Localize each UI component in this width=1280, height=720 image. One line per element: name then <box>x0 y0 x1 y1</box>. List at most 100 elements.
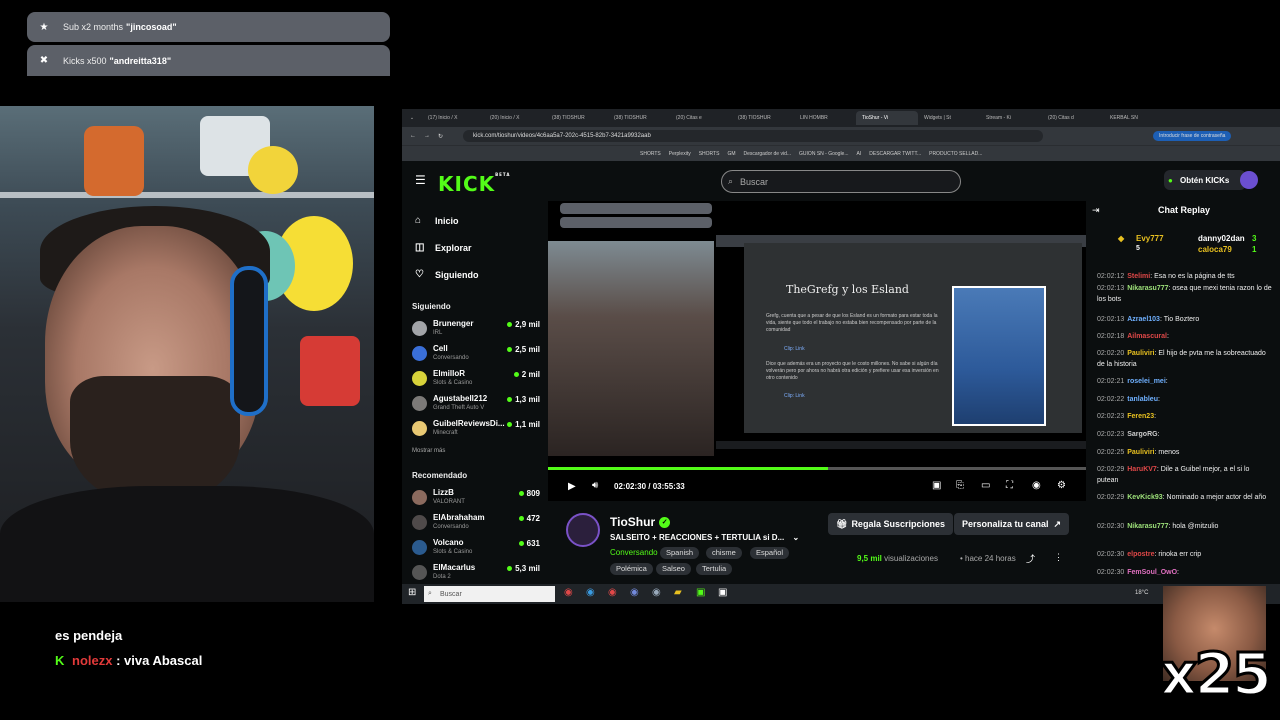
app-icon[interactable]: ▣ <box>696 587 705 598</box>
play-icon[interactable]: ▶ <box>568 481 576 492</box>
leader-name[interactable]: caloca79 <box>1198 245 1232 254</box>
bookmark[interactable]: GUION SN - Google... <box>799 151 848 157</box>
menu-icon[interactable]: ☰ <box>415 173 426 187</box>
followed-channel[interactable]: Agustabell212 Grand Theft Auto V 1,3 mil <box>412 393 540 417</box>
browser-tab[interactable]: (20) Inicio / X <box>484 111 546 125</box>
recommended-channel[interactable]: ElMacarlus Dota 2 5,3 mil <box>412 562 540 586</box>
discord-icon[interactable]: ◉ <box>630 587 639 598</box>
back-icon[interactable]: ← <box>410 133 416 139</box>
leader-name[interactable]: danny02dan <box>1198 234 1245 243</box>
browser-tab[interactable]: (38) TIOSHUR <box>608 111 670 125</box>
nav-inicio[interactable]: ⌂ Inicio <box>415 215 459 226</box>
chat-username[interactable]: tanlableu <box>1127 396 1158 403</box>
progress-bar[interactable] <box>548 467 1086 470</box>
gift-subs-button[interactable]: 🎁︎ Regala Suscripciones <box>828 513 953 535</box>
settings-icon[interactable]: ⚙ <box>1057 480 1066 491</box>
browser-tab[interactable]: (38) TIOSHUR <box>546 111 608 125</box>
recommended-channel[interactable]: Volcano Slots & Casino 631 <box>412 537 540 561</box>
chat-username[interactable]: SargoRG <box>1127 431 1157 438</box>
kick-logo[interactable]: KICKBETA <box>438 172 510 196</box>
volume-icon[interactable]: 🔊︎ <box>592 480 598 491</box>
channel-avatar[interactable] <box>566 513 600 547</box>
show-more-link[interactable]: Mostrar más <box>412 448 445 454</box>
fullscreen-icon[interactable]: ⛶ <box>1006 480 1013 491</box>
bookmark[interactable]: PRODUCTO SELLAD... <box>929 151 982 157</box>
sub-notification: ★ Sub x2 months "jincosoad" <box>27 12 390 42</box>
clip-icon[interactable]: ⎘ <box>956 480 964 491</box>
edge-icon[interactable]: ◉ <box>586 587 595 598</box>
tab-list-icon[interactable]: ⌄ <box>402 115 422 121</box>
chat-username[interactable]: Ailmascural <box>1127 333 1167 340</box>
customize-channel-button[interactable]: Personaliza tu canal ↗ <box>954 513 1070 535</box>
url-field[interactable]: kick.com/tioshur/videos/4c6aa5a7-202c-45… <box>463 130 1044 142</box>
nav-explorar[interactable]: ◫ Explorar <box>415 242 472 253</box>
more-options-icon[interactable]: ⋮ <box>1054 552 1063 563</box>
theater-icon[interactable]: ▭ <box>981 480 990 491</box>
windows-start-icon[interactable]: ⊞ <box>408 587 416 598</box>
chat-username[interactable]: KevKick93 <box>1127 494 1162 501</box>
followed-channel[interactable]: Brunenger IRL 2,9 mil <box>412 318 540 342</box>
chevron-down-icon[interactable]: ⌄ <box>792 533 799 542</box>
browser-tab[interactable]: LIN HOMBR <box>794 111 856 125</box>
tag[interactable]: Español <box>750 547 790 559</box>
recommended-channel[interactable]: ElAbrahaham Conversando 472 <box>412 512 540 536</box>
leader-name[interactable]: Evy777 <box>1136 234 1164 243</box>
chat-username[interactable]: elpostre <box>1127 551 1154 558</box>
steam-icon[interactable]: ◉ <box>652 587 661 598</box>
chat-username[interactable]: Azrael103 <box>1127 316 1160 323</box>
password-button[interactable]: Introducir frase de contraseña <box>1153 131 1232 141</box>
browser-tab[interactable]: Stream - Ki <box>980 111 1042 125</box>
chat-username[interactable]: roselei_mei <box>1127 378 1166 385</box>
taskbar-search[interactable]: ⌕ Buscar <box>424 586 555 602</box>
tag[interactable]: Tertulia <box>696 563 733 575</box>
chat-username[interactable]: Pauliviri <box>1127 350 1154 357</box>
browser-tab[interactable]: (20) Citas e <box>670 111 732 125</box>
browser-tab[interactable]: Widgets | St <box>918 111 980 125</box>
time-display: 02:02:30 / 03:55:33 <box>614 482 685 491</box>
tag[interactable]: chisme <box>706 547 742 559</box>
browser-tab-active[interactable]: TioShur - Vi <box>856 111 918 125</box>
notion-icon[interactable]: ▣ <box>718 587 727 598</box>
chat-timestamp: 02:02:23 <box>1097 431 1125 438</box>
chat-username[interactable]: HaruKV7 <box>1127 466 1157 473</box>
chat-username[interactable]: Pauliviri <box>1127 449 1154 456</box>
stream-category[interactable]: Conversando <box>610 548 658 557</box>
chat-username[interactable]: Feren23 <box>1127 413 1154 420</box>
browser-tab[interactable]: KERBAL SN <box>1104 111 1154 125</box>
get-kicks-button[interactable]: ● Obtén KICKs <box>1164 170 1246 190</box>
chrome-icon[interactable]: ◉ <box>608 587 617 598</box>
chat-username[interactable]: Nikarasu777 <box>1127 523 1168 530</box>
tag[interactable]: Spanish <box>660 547 700 559</box>
forward-icon[interactable]: → <box>424 133 430 139</box>
tag[interactable]: Polémica <box>610 563 653 575</box>
nav-siguiendo[interactable]: ♡ Siguiendo <box>415 269 479 280</box>
browser-tab[interactable]: (38) TIOSHUR <box>732 111 794 125</box>
bookmark[interactable]: Descargador de vid... <box>744 151 792 157</box>
bookmark[interactable]: AI <box>857 151 862 157</box>
bookmark[interactable]: SHORTS <box>699 151 720 157</box>
reload-icon[interactable]: ↻ <box>438 133 443 140</box>
bookmark[interactable]: SHORTS <box>640 151 661 157</box>
followed-channel[interactable]: GuibelReviewsDi... Minecraft 1,1 mil <box>412 418 540 442</box>
recommended-channel[interactable]: LizzB VALORANT 809 <box>412 487 540 511</box>
speed-icon[interactable]: ◉ <box>1032 480 1041 491</box>
followed-channel[interactable]: Cell Conversando 2,5 mil <box>412 343 540 367</box>
chat-username[interactable]: Stelimi <box>1127 273 1150 280</box>
chat-username[interactable]: Nikarasu777 <box>1127 285 1168 292</box>
bookmark[interactable]: GM <box>727 151 735 157</box>
browser-tab[interactable]: (20) Citas d <box>1042 111 1104 125</box>
video-player[interactable]: TheGrefg y los Esland Grefg, cuenta que … <box>548 201 1086 501</box>
tag[interactable]: Salseo <box>656 563 691 575</box>
user-avatar[interactable] <box>1240 171 1258 189</box>
followed-channel[interactable]: ElmilloR Slots & Casino 2 mil <box>412 368 540 392</box>
chrome-icon[interactable]: ◉ <box>564 587 573 598</box>
search-input[interactable]: ⌕ Buscar <box>721 170 961 193</box>
browser-tab[interactable]: (17) Inicio / X <box>422 111 484 125</box>
chat-username[interactable]: FemSoul_OwO <box>1127 569 1177 576</box>
bookmark[interactable]: DESCARGAR TWITT... <box>869 151 921 157</box>
share-icon[interactable]: ⤴ <box>1026 552 1035 565</box>
bookmark[interactable]: Perplexity <box>669 151 691 157</box>
folder-icon[interactable]: ▰ <box>674 587 682 598</box>
pip-icon[interactable]: ▣ <box>932 480 941 491</box>
channel-name[interactable]: TioShur ✓ <box>610 515 671 529</box>
